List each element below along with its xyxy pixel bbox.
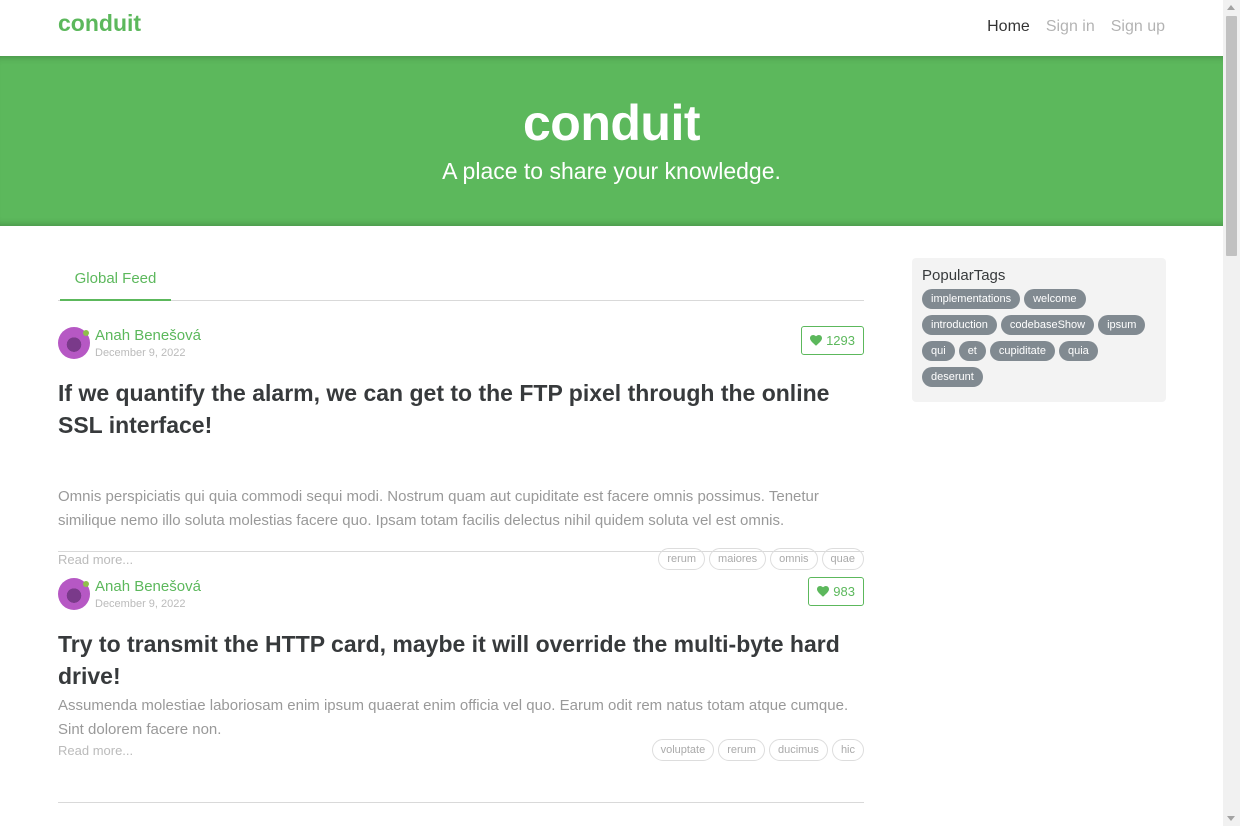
nav-home-link[interactable]: Home [987,18,1030,36]
author-link[interactable]: Anah Benešová [95,578,201,595]
author-link[interactable]: Anah Benešová [95,327,201,344]
popular-tag[interactable]: et [958,341,986,361]
tab-global-feed[interactable]: Global Feed [60,258,171,301]
read-more-link[interactable]: Read more... [58,743,133,758]
popular-tag[interactable]: cupiditate [989,341,1055,361]
heart-icon [810,335,823,346]
banner-subtitle: A place to share your knowledge. [442,158,781,184]
favorite-button[interactable]: 983 [808,577,864,606]
article-date: December 9, 2022 [95,347,186,359]
hero-banner: conduit A place to share your knowledge. [0,56,1223,226]
favorite-count: 1293 [826,333,855,348]
scroll-down-arrow-icon[interactable] [1227,816,1235,821]
nav-sign-up-link[interactable]: Sign up [1111,18,1165,36]
popular-tag[interactable]: ipsum [1098,315,1146,335]
article-title[interactable]: Try to transmit the HTTP card, maybe it … [58,628,858,692]
popular-tag[interactable]: deserunt [922,367,983,387]
author-avatar[interactable] [58,327,90,359]
article-tag[interactable]: voluptate [651,739,715,761]
article-description: Assumenda molestiae laboriosam enim ipsu… [58,697,849,738]
banner-title: conduit [522,95,701,151]
navbar: conduit Home Sign in Sign up [0,0,1223,56]
sidebar-title: PopularTags [922,267,1006,284]
article-preview: Anah Benešová December 9, 2022 983 Try t… [58,552,864,803]
brand-logo-link[interactable]: conduit [58,10,141,37]
favorite-button[interactable]: 1293 [801,326,864,355]
article-date: December 9, 2022 [95,598,186,610]
scrollbar-thumb[interactable] [1226,16,1237,256]
article-title[interactable]: If we quantify the alarm, we can get to … [58,377,858,441]
article-feed: Global Feed Anah Benešová December 9, 20… [58,258,864,803]
article-description: Omnis perspiciatis qui quia commodi sequ… [58,488,819,529]
popular-tag[interactable]: quia [1058,341,1098,361]
popular-tag[interactable]: qui [922,341,955,361]
article-tag[interactable]: ducimus [768,739,828,761]
page-scrollbar[interactable] [1223,0,1240,826]
popular-tag[interactable]: implementations [922,289,1021,309]
favorite-count: 983 [833,584,855,599]
feed-tabs: Global Feed [58,258,864,301]
article-tag-list: voluptate rerum ducimus hic [651,739,864,761]
popular-tag[interactable]: welcome [1024,289,1086,309]
article-preview: Anah Benešová December 9, 2022 1293 If w… [58,301,864,570]
author-avatar[interactable] [58,578,90,610]
nav-links: Home Sign in Sign up [987,18,1165,36]
heart-icon [817,586,830,597]
popular-tag-list: implementations welcome introduction cod… [922,289,1156,387]
article-tag[interactable]: rerum [718,739,765,761]
popular-tags-sidebar: PopularTags implementations welcome intr… [912,258,1166,402]
nav-sign-in-link[interactable]: Sign in [1046,18,1095,36]
scroll-up-arrow-icon[interactable] [1227,5,1235,10]
popular-tag[interactable]: codebaseShow [1000,315,1095,335]
article-tag[interactable]: hic [831,739,864,761]
popular-tag[interactable]: introduction [922,315,997,335]
